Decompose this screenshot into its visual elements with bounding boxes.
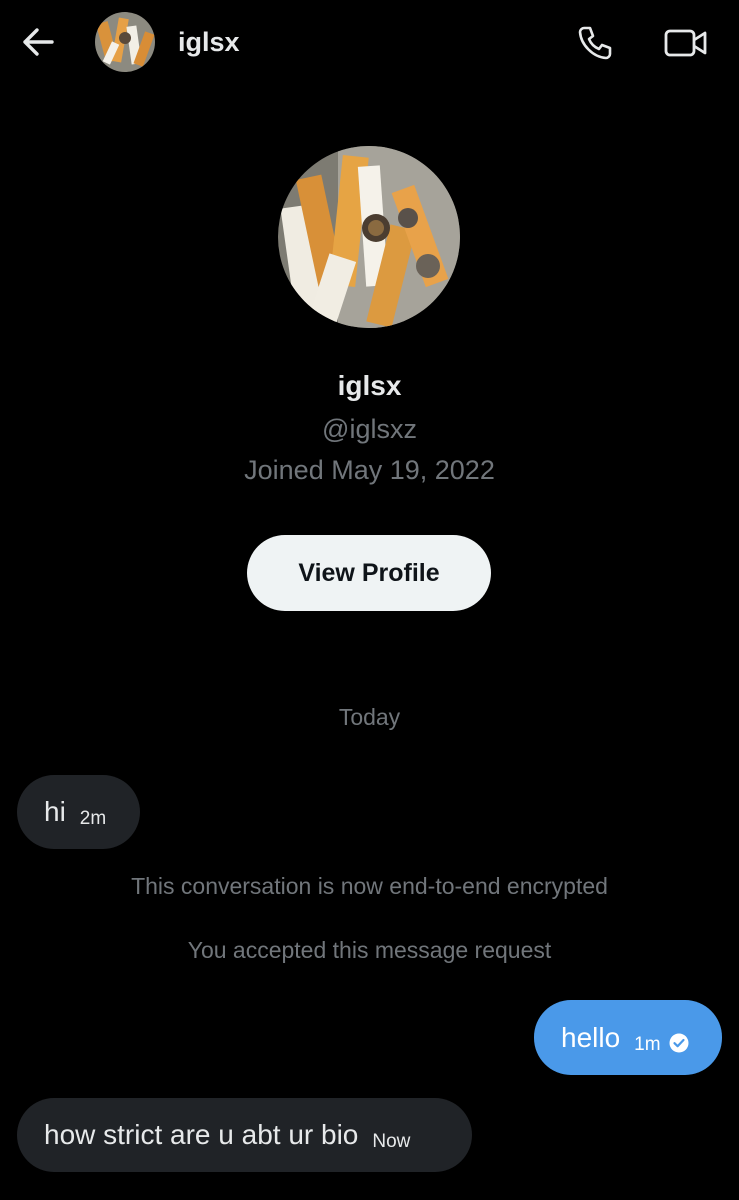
avatar-image	[95, 12, 155, 72]
incoming-message-bubble[interactable]: how strict are u abt ur bio Now	[17, 1098, 472, 1172]
header-username[interactable]: iglsx	[178, 24, 240, 60]
voice-call-button[interactable]	[574, 22, 616, 64]
profile-avatar[interactable]	[278, 146, 460, 328]
profile-handle: @iglsxz	[322, 414, 417, 444]
phone-icon	[578, 26, 612, 60]
outgoing-message-bubble[interactable]: hello 1m	[534, 1000, 722, 1075]
incoming-message-bubble[interactable]: hi 2m	[17, 775, 140, 849]
message-timestamp: 1m	[634, 1033, 661, 1055]
back-button[interactable]	[18, 22, 58, 62]
system-message: This conversation is now end-to-end encr…	[131, 873, 608, 899]
day-separator: Today	[338, 704, 401, 730]
system-message: You accepted this message request	[187, 937, 552, 963]
message-timestamp: 2m	[79, 808, 107, 829]
video-camera-icon	[664, 29, 707, 57]
view-profile-button[interactable]: View Profile	[247, 535, 491, 611]
read-check-icon	[669, 1033, 689, 1053]
message-text: hi	[44, 796, 66, 827]
header-avatar[interactable]	[95, 12, 155, 72]
video-call-button[interactable]	[662, 22, 710, 64]
profile-display-name: iglsx	[337, 370, 402, 401]
avatar-image	[278, 146, 460, 328]
message-text: how strict are u abt ur bio	[44, 1119, 359, 1150]
message-timestamp: Now	[372, 1131, 411, 1152]
arrow-left-icon	[23, 28, 54, 56]
profile-joined-date: Joined May 19, 2022	[244, 455, 495, 485]
message-text: hello	[561, 1021, 621, 1053]
